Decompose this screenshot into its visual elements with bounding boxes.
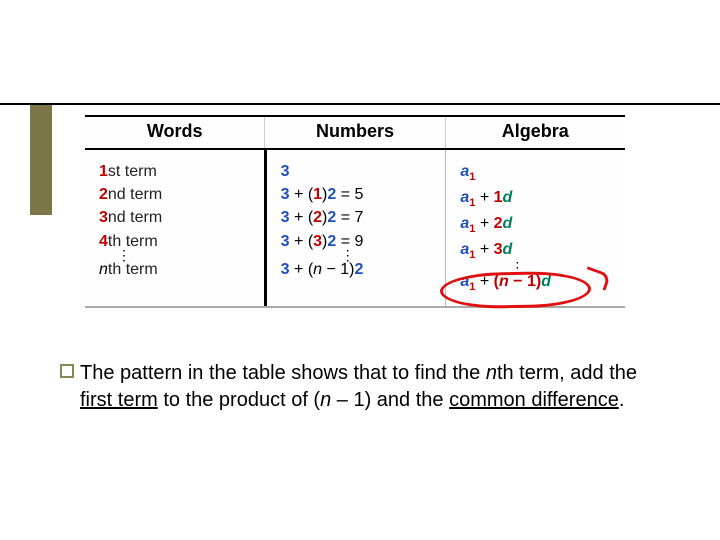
numbers-column: 3 3 + (1)2 = 5 3 + (2)2 = 7 3 + (3)2 = 9… — [267, 150, 447, 306]
header-words: Words — [85, 117, 265, 148]
num-row-4: 3 + (3)2 = 9 — [281, 230, 436, 253]
alg-row-2: a1 + 1d — [460, 186, 615, 212]
table-header-row: Words Numbers Algebra — [85, 117, 625, 150]
alg-row-n: a1 + (n − 1)d — [460, 270, 615, 296]
sequence-table: Words Numbers Algebra 1st term 2nd term … — [85, 115, 625, 308]
slide-root: Words Numbers Algebra 1st term 2nd term … — [0, 0, 720, 540]
horizontal-rule — [0, 103, 720, 105]
alg-row-1: a1 — [460, 160, 615, 186]
alg-row-4: a1 + 3d — [460, 238, 615, 264]
term-1: 1st term — [99, 160, 254, 183]
common-difference-underline: common difference — [449, 389, 619, 411]
term-3: 3nd term — [99, 206, 254, 229]
bullet-square-icon — [60, 364, 74, 378]
table-body-row: 1st term 2nd term 3nd term 4th term ⋮ nt… — [85, 150, 625, 306]
accent-block — [30, 105, 52, 215]
alg-row-3: a1 + 2d — [460, 212, 615, 238]
header-algebra: Algebra — [446, 117, 625, 148]
header-numbers: Numbers — [265, 117, 445, 148]
term-n: nth term — [99, 258, 254, 281]
num-row-1: 3 — [281, 160, 436, 183]
num-row-3: 3 + (2)2 = 7 — [281, 206, 436, 229]
num-row-2: 3 + (1)2 = 5 — [281, 183, 436, 206]
caption-text: The pattern in the table shows that to f… — [80, 360, 640, 414]
algebra-column: a1 a1 + 1d a1 + 2d a1 + 3d ⋮ a1 + (n − 1… — [446, 150, 625, 306]
num-row-n: 3 + (n − 1)2 — [281, 258, 436, 281]
term-2: 2nd term — [99, 183, 254, 206]
first-term-underline: first term — [80, 389, 158, 411]
words-column: 1st term 2nd term 3nd term 4th term ⋮ nt… — [85, 150, 267, 306]
